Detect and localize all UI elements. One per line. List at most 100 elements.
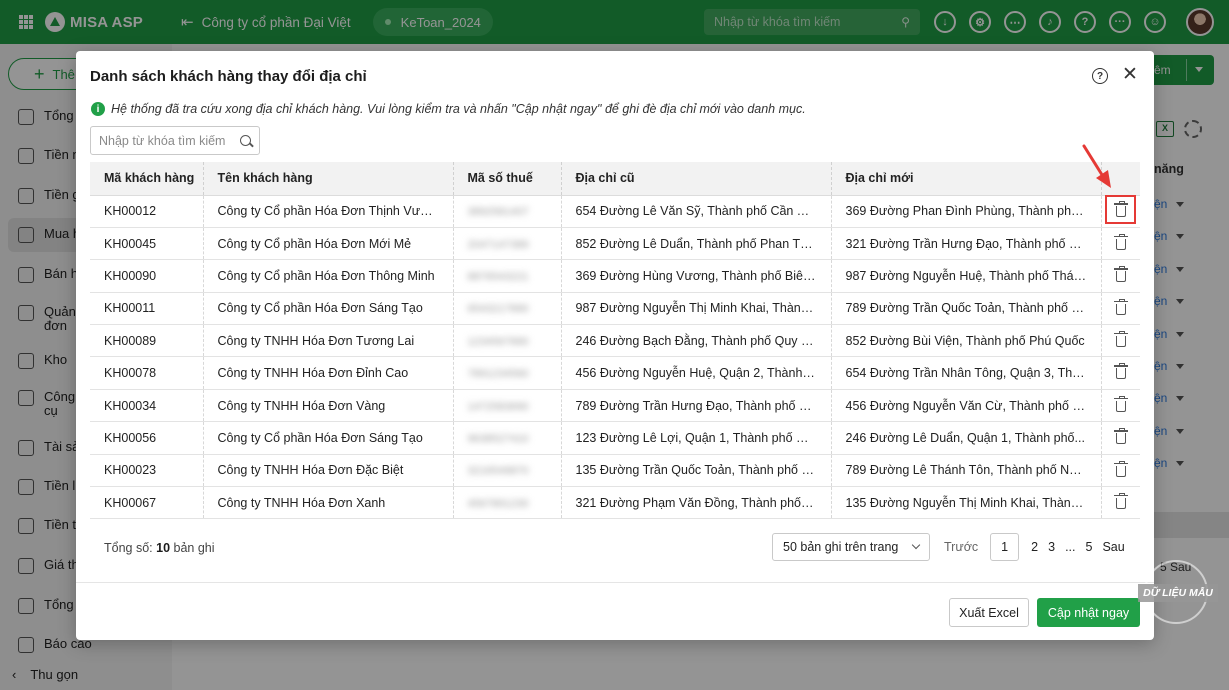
total-records: Tổng số: 10 bản ghi <box>104 541 215 555</box>
cell-tax-code: 3216549870 <box>453 454 562 488</box>
trash-icon[interactable] <box>1113 266 1128 283</box>
trash-icon[interactable] <box>1113 395 1128 412</box>
cell-customer-code: KH00012 <box>90 195 204 228</box>
cell-actions <box>1101 454 1140 488</box>
update-now-button[interactable]: Cập nhật ngay <box>1037 598 1140 627</box>
cell-actions <box>1101 356 1140 390</box>
cell-new-address: 246 Đường Lê Duẩn, Quận 1, Thành phố... <box>831 421 1102 455</box>
tax-code-value: 2047147389 <box>467 238 529 251</box>
page-size-label: 50 bản ghi trên trang <box>783 540 899 554</box>
cell-old-address: 123 Đường Lê Lợi, Quận 1, Thành phố Hồ..… <box>561 421 832 455</box>
table-header-row: Mã khách hàng Tên khách hàng Mã số thuế … <box>90 162 1140 196</box>
footer-divider <box>76 582 1154 583</box>
cell-new-address: 852 Đường Bùi Viện, Thành phố Phú Quốc <box>831 324 1102 358</box>
table-row[interactable]: KH00012 Công ty Cổ phần Hóa Đơn Thịnh Vượ… <box>90 195 1140 228</box>
table-row[interactable]: KH00045 Công ty Cổ phần Hóa Đơn Mới Mẻ 204… <box>90 227 1140 261</box>
trash-icon[interactable] <box>1113 233 1128 250</box>
column-header-code[interactable]: Mã khách hàng <box>90 162 204 196</box>
table-row[interactable]: KH00023 Công ty TNHH Hóa Đơn Đặc Biệt 3216… <box>90 454 1140 488</box>
trash-icon[interactable] <box>1113 428 1128 445</box>
column-header-tax[interactable]: Mã số thuế <box>453 162 562 196</box>
cell-customer-code: KH00078 <box>90 356 204 390</box>
cell-actions <box>1101 292 1140 326</box>
cell-old-address: 246 Đường Bạch Đằng, Thành phố Quy N... <box>561 324 832 358</box>
pager-next[interactable]: Sau <box>1102 540 1124 554</box>
cell-new-address: 321 Đường Trần Hưng Đạo, Thành phố H... <box>831 227 1102 261</box>
cell-customer-name: Công ty TNHH Hóa Đơn Đỉnh Cao <box>203 356 454 390</box>
info-message: i Hệ thống đã tra cứu xong địa chỉ khách… <box>91 102 806 116</box>
table-row[interactable]: KH00067 Công ty TNHH Hóa Đơn Xanh 45678912… <box>90 486 1140 520</box>
cell-tax-code: 8876543221 <box>453 259 562 293</box>
dialog-search-input[interactable] <box>99 133 229 148</box>
help-icon[interactable]: ? <box>1092 68 1108 84</box>
trash-icon[interactable] <box>1113 330 1128 347</box>
cell-new-address: 987 Đường Nguyễn Huệ, Thành phố Thái... <box>831 259 1102 293</box>
pager-page-2[interactable]: 2 <box>1031 540 1038 554</box>
tax-code-value: 1472583690 <box>467 400 529 413</box>
cell-customer-code: KH00011 <box>90 292 204 326</box>
cell-customer-name: Công ty Cổ phần Hóa Đơn Sáng Tạo <box>203 421 454 455</box>
pager-ellipsis: ... <box>1065 540 1076 554</box>
table-row[interactable]: KH00056 Công ty Cổ phần Hóa Đơn Sáng Tạo 9… <box>90 421 1140 455</box>
tax-code-value: 6543217890 <box>467 303 529 316</box>
cell-old-address: 135 Đường Trần Quốc Toản, Thành phố V... <box>561 454 832 488</box>
table-row[interactable]: KH00078 Công ty TNHH Hóa Đơn Đỉnh Cao 7891… <box>90 356 1140 390</box>
cell-new-address: 789 Đường Lê Thánh Tôn, Thành phố Nha... <box>831 454 1102 488</box>
annotation-highlight-box <box>1105 195 1136 224</box>
cell-actions <box>1101 227 1140 261</box>
trash-icon[interactable] <box>1113 298 1128 315</box>
cell-actions <box>1101 324 1140 358</box>
cell-tax-code: 6543217890 <box>453 292 562 326</box>
cell-old-address: 369 Đường Hùng Vương, Thành phố Biên... <box>561 259 832 293</box>
cell-new-address: 369 Đường Phan Đình Phùng, Thành phố... <box>831 195 1102 228</box>
cell-customer-name: Công ty TNHH Hóa Đơn Đặc Biệt <box>203 454 454 488</box>
cell-tax-code: 9638527410 <box>453 421 562 455</box>
table-row[interactable]: KH00090 Công ty Cổ phần Hóa Đơn Thông Min… <box>90 259 1140 293</box>
cell-customer-name: Công ty Cổ phần Hóa Đơn Sáng Tạo <box>203 292 454 326</box>
dialog-search[interactable] <box>90 126 260 155</box>
tax-code-value: 7891234560 <box>467 368 529 381</box>
table-row[interactable]: KH00034 Công ty TNHH Hóa Đơn Vàng 14725836… <box>90 389 1140 423</box>
cell-customer-name: Công ty Cổ phần Hóa Đơn Mới Mẻ <box>203 227 454 261</box>
total-label: Tổng số: <box>104 541 153 555</box>
table-row[interactable]: KH00089 Công ty TNHH Hóa Đơn Tương Lai 123… <box>90 324 1140 358</box>
page-size-select[interactable]: 50 bản ghi trên trang <box>772 533 930 561</box>
tax-code-value: 3216549870 <box>467 465 529 478</box>
cell-tax-code: 1234567890 <box>453 324 562 358</box>
annotation-arrow-icon <box>1082 144 1111 188</box>
cell-old-address: 654 Đường Lê Văn Sỹ, Thành phố Cần Thơ <box>561 195 832 228</box>
cell-customer-code: KH00090 <box>90 259 204 293</box>
info-text: Hệ thống đã tra cứu xong địa chỉ khách h… <box>111 102 806 116</box>
cell-tax-code: 3892581407 <box>453 195 562 228</box>
trash-icon[interactable] <box>1113 460 1128 477</box>
column-header-name[interactable]: Tên khách hàng <box>203 162 454 196</box>
pager-page-3[interactable]: 3 <box>1048 540 1055 554</box>
cell-old-address: 789 Đường Trần Hưng Đạo, Thành phố Đ... <box>561 389 832 423</box>
cell-customer-code: KH00034 <box>90 389 204 423</box>
export-excel-button[interactable]: Xuất Excel <box>949 598 1029 627</box>
table-row[interactable]: KH00011 Công ty Cổ phần Hóa Đơn Sáng Tạo 6… <box>90 292 1140 326</box>
total-suffix: bản ghi <box>173 541 215 555</box>
cell-customer-code: KH00056 <box>90 421 204 455</box>
search-icon[interactable] <box>240 135 251 146</box>
cell-customer-code: KH00045 <box>90 227 204 261</box>
cell-customer-name: Công ty TNHH Hóa Đơn Tương Lai <box>203 324 454 358</box>
pager-page-1[interactable]: 1 <box>990 533 1020 561</box>
cell-old-address: 456 Đường Nguyễn Huệ, Quận 2, Thành p... <box>561 356 832 390</box>
column-header-new-address[interactable]: Địa chỉ mới <box>831 162 1102 196</box>
cell-tax-code: 4567891230 <box>453 486 562 520</box>
cell-customer-code: KH00023 <box>90 454 204 488</box>
sample-data-stamp: DỮ LIỆU MẪU <box>1138 560 1218 626</box>
trash-icon[interactable] <box>1113 492 1128 509</box>
pager-prev[interactable]: Trước <box>944 540 978 554</box>
info-icon: i <box>91 102 105 116</box>
close-icon[interactable]: ✕ <box>1122 65 1138 85</box>
cell-new-address: 135 Đường Nguyễn Thị Minh Khai, Thành... <box>831 486 1102 520</box>
pagination: Trước 1 2 3 ... 5 Sau <box>944 533 1125 561</box>
cell-old-address: 987 Đường Nguyễn Thị Minh Khai, Thành... <box>561 292 832 326</box>
trash-icon[interactable] <box>1113 363 1128 380</box>
pager-page-5[interactable]: 5 <box>1085 540 1092 554</box>
column-header-old-address[interactable]: Địa chỉ cũ <box>561 162 832 196</box>
cell-customer-code: KH00067 <box>90 486 204 520</box>
cell-new-address: 789 Đường Trần Quốc Toản, Thành phố C... <box>831 292 1102 326</box>
